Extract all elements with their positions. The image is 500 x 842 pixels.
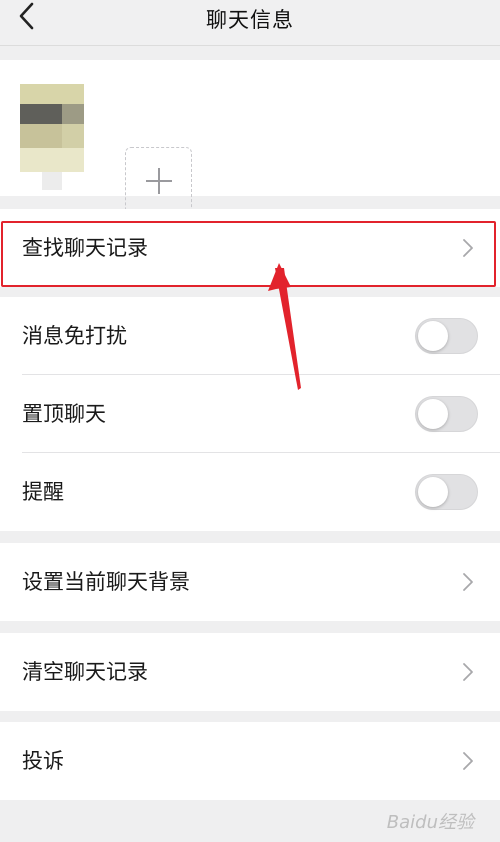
toggle-knob [418,399,448,429]
mute-label: 消息免打扰 [22,324,127,348]
toggle-knob [418,321,448,351]
chevron-right-icon [463,663,473,681]
report-group: 投诉 [0,722,500,800]
pin-cell: 置顶聊天 [0,375,500,453]
annotation-highlight-box [1,221,496,287]
avatar[interactable] [20,84,84,194]
background-group: 设置当前聊天背景 [0,543,500,621]
clear-history-cell[interactable]: 清空聊天记录 [0,633,500,711]
remind-cell: 提醒 [0,453,500,531]
add-member-button[interactable] [125,147,192,214]
mute-toggle[interactable] [415,318,478,354]
chat-info-screen: 聊天信息 查找聊天记录 消息免打扰 置顶聊天 提醒 设置当前聊天背景 清空聊天记… [0,0,500,842]
remind-toggle[interactable] [415,474,478,510]
toggles-group: 消息免打扰 置顶聊天 提醒 [0,297,500,531]
set-background-cell[interactable]: 设置当前聊天背景 [0,543,500,621]
report-cell[interactable]: 投诉 [0,722,500,800]
pin-label: 置顶聊天 [22,402,106,426]
toggle-knob [418,477,448,507]
report-label: 投诉 [22,749,64,773]
mute-cell: 消息免打扰 [0,297,500,375]
pin-toggle[interactable] [415,396,478,432]
watermark: Baidu经验 [386,812,474,833]
members-section [0,60,500,214]
clear-history-label: 清空聊天记录 [22,660,148,684]
page-title: 聊天信息 [206,8,294,32]
nav-bar: 聊天信息 [0,0,500,46]
chevron-right-icon [463,752,473,770]
set-background-label: 设置当前聊天背景 [22,570,190,594]
remind-label: 提醒 [22,480,64,504]
clear-history-group: 清空聊天记录 [0,633,500,711]
plus-icon [146,168,172,194]
chevron-right-icon [463,573,473,591]
